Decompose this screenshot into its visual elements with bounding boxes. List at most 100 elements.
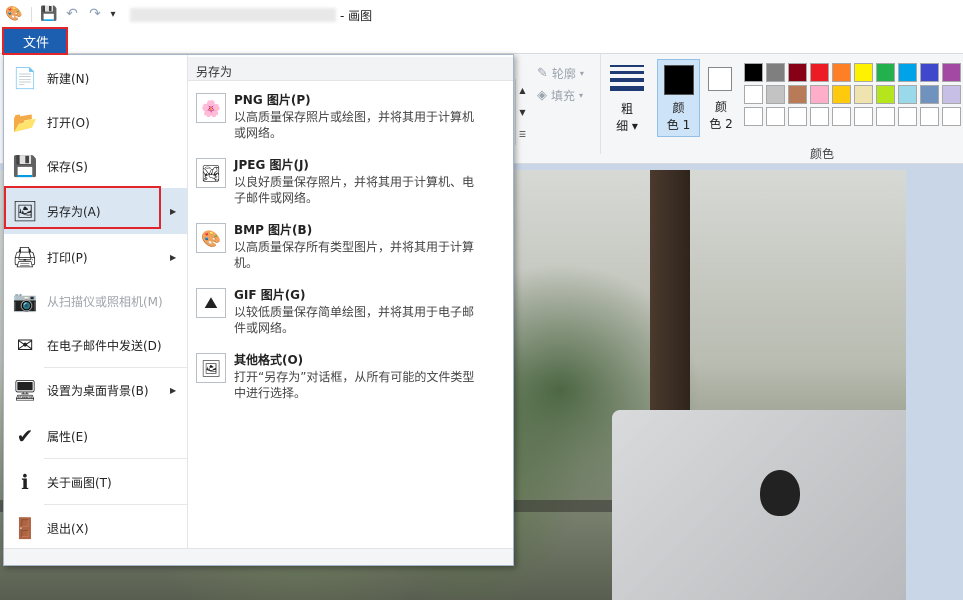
save-as-option-bmp-image[interactable]: 🎨 BMP 图片(B) 以高质量保存所有类型图片，并将其用于计算机。 [188,219,513,281]
option-description: 以较低质量保存简单绘图，并将其用于电子邮件或网络。 [234,305,475,335]
menu-item-info[interactable]: ℹ 关于画图(T) [4,459,187,505]
palette-color-7[interactable] [876,63,895,82]
customize-quick-access-icon[interactable]: ▾ [104,5,122,23]
palette-color-5[interactable] [832,63,851,82]
palette-color-16[interactable] [854,85,873,104]
redo-icon[interactable]: ↷ [86,5,104,23]
palette-color-30[interactable] [942,107,961,126]
palette-color-27[interactable] [876,107,895,126]
desktop-background-icon: 🖥 [12,378,38,402]
submenu-arrow-icon: ▶ [170,385,177,395]
menu-item-label: 新建(N) [47,71,90,86]
menu-item-label: 打印(P) [47,250,88,265]
jpeg-image-icon: 🏞 [196,158,226,188]
menu-item-printer[interactable]: 🖨 打印(P) ▶ [4,234,187,280]
save-as-option-jpeg-image[interactable]: 🏞 JPEG 图片(J) 以良好质量保存照片，并将其用于计算机、电子邮件或网络。 [188,154,513,216]
menu-item-new-document[interactable]: 📄 新建(N) [4,55,187,101]
scroll-down-icon[interactable]: ▼ [519,108,525,117]
menu-item-desktop-background[interactable]: 🖥 设置为桌面背景(B) ▶ [4,367,187,413]
menu-item-label: 关于画图(T) [47,475,112,490]
menu-item-email[interactable]: ✉ 在电子邮件中发送(D) [4,322,187,368]
submenu-arrow-icon: ▶ [170,206,177,216]
other-formats-icon: 🖼 [196,353,226,383]
document-name-blurred [130,8,336,22]
palette-color-12[interactable] [766,85,785,104]
save-as-option-png-image[interactable]: 🌸 PNG 图片(P) 以高质量保存照片或绘图，并将其用于计算机或网络。 [188,89,513,151]
undo-icon[interactable]: ↶ [63,5,81,23]
option-title: GIF 图片(G) [234,288,306,302]
shape-outline-button[interactable]: ✎ 轮廓 ▾ [537,65,584,82]
colors-group-label: 颜色 [810,147,835,161]
menu-item-label: 另存为(A) [47,204,101,219]
palette-color-22[interactable] [766,107,785,126]
save-as-option-gif-image[interactable]: ⛰ GIF 图片(G) 以较低质量保存简单绘图，并将其用于电子邮件或网络。 [188,284,513,346]
ribbon-divider [600,54,601,154]
menu-item-label: 退出(X) [47,521,89,536]
palette-color-26[interactable] [854,107,873,126]
shape-fill-button[interactable]: ◈ 填充 ▾ [537,87,583,104]
scroll-up-icon[interactable]: ▲ [519,86,525,95]
color1-button[interactable]: 颜 色 1 [657,59,700,137]
file-tab[interactable]: 文件 [4,29,68,54]
paint-app-icon[interactable]: 🎨 [5,5,23,23]
palette-color-21[interactable] [744,107,763,126]
palette-color-14[interactable] [810,85,829,104]
palette-color-2[interactable] [766,63,785,82]
palette-color-25[interactable] [832,107,851,126]
exit-icon: 🚪 [12,516,38,540]
menu-item-checkmark[interactable]: ✔ 属性(E) [4,413,187,459]
palette-color-23[interactable] [788,107,807,126]
palette-color-8[interactable] [898,63,917,82]
palette-color-3[interactable] [788,63,807,82]
menu-item-save[interactable]: 💾 保存(S) [4,143,187,189]
palette-color-24[interactable] [810,107,829,126]
palette-color-9[interactable] [920,63,939,82]
option-title: JPEG 图片(J) [234,158,309,172]
palette-color-20[interactable] [942,85,961,104]
menu-item-label: 设置为桌面背景(B) [47,383,149,398]
menu-item-scanner[interactable]: 📷 从扫描仪或照相机(M) [4,278,187,324]
save-icon[interactable]: 💾 [40,5,58,23]
gallery-expand-icon[interactable]: ☰ [519,130,526,139]
shapes-gallery-scroll[interactable]: ▲ ▼ ☰ [515,79,529,145]
color1-label: 颜 色 1 [666,101,691,132]
palette-color-4[interactable] [810,63,829,82]
palette-color-1[interactable] [744,63,763,82]
palette-color-15[interactable] [832,85,851,104]
outline-label: 轮廓 [551,67,576,81]
option-description: 打开“另存为”对话框，从所有可能的文件类型中进行选择。 [234,370,475,400]
palette-color-29[interactable] [920,107,939,126]
palette-color-11[interactable] [744,85,763,104]
menu-item-open-folder[interactable]: 📂 打开(O) [4,99,187,145]
palette-color-18[interactable] [898,85,917,104]
new-document-icon: 📄 [12,66,38,90]
gif-image-icon: ⛰ [196,288,226,318]
email-icon: ✉ [16,333,34,357]
option-description: 以良好质量保存照片，并将其用于计算机、电子邮件或网络。 [234,175,475,205]
window-title: - 画图 [340,9,373,23]
color1-swatch [664,65,694,95]
bmp-image-icon: 🎨 [196,223,226,253]
save-as-submenu: 另存为 🌸 PNG 图片(P) 以高质量保存照片或绘图，并将其用于计算机或网络。 🏞 J… [188,55,513,548]
menu-item-label: 保存(S) [47,159,88,174]
option-description: 以高质量保存照片或绘图，并将其用于计算机或网络。 [234,110,475,140]
file-menu-commands: 📄 新建(N) 📂 打开(O) 💾 保存(S) 🖼 另存为(A) ▶ 🖨 打印(P) ▶ 📷 从扫描仪或照… [4,55,187,548]
palette-color-10[interactable] [942,63,961,82]
palette-color-28[interactable] [898,107,917,126]
save-as-option-other-formats[interactable]: 🖼 其他格式(O) 打开“另存为”对话框，从所有可能的文件类型中进行选择。 [188,349,513,411]
menu-item-exit[interactable]: 🚪 退出(X) [4,505,187,551]
palette-color-19[interactable] [920,85,939,104]
palette-color-13[interactable] [788,85,807,104]
option-title: 其他格式(O) [234,353,304,367]
printer-icon: 🖨 [12,245,38,269]
size-button[interactable]: 粗 细 ▾ [604,61,650,141]
size-label: 粗 细 ▾ [616,102,638,133]
palette-color-17[interactable] [876,85,895,104]
menu-footer [4,548,513,565]
menu-item-label: 从扫描仪或照相机(M) [47,294,163,309]
palette-color-6[interactable] [854,63,873,82]
submenu-arrow-icon: ▶ [170,252,177,262]
color2-button[interactable]: 颜 色 2 [703,59,739,137]
menu-item-save-as[interactable]: 🖼 另存为(A) ▶ [4,188,187,234]
menu-item-label: 在电子邮件中发送(D) [47,338,162,353]
